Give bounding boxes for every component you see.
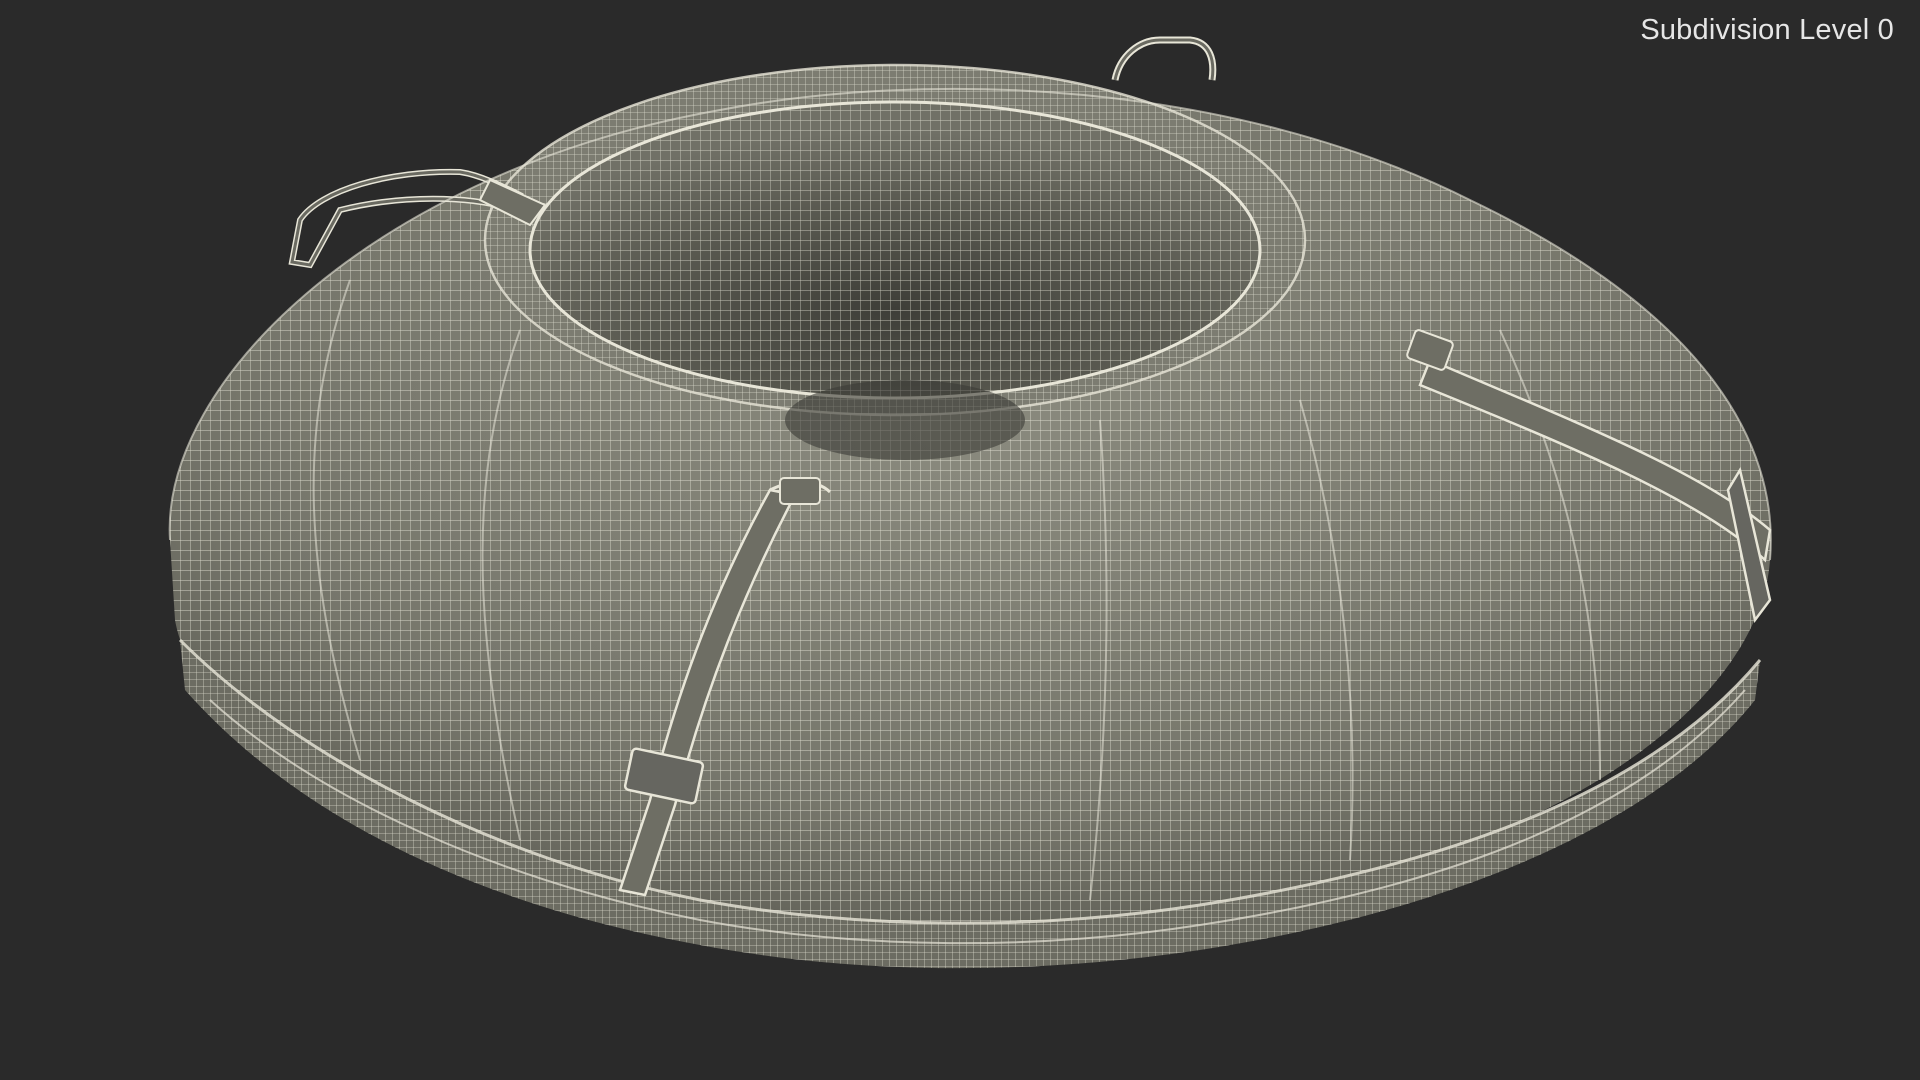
top-handle: [1111, 36, 1217, 81]
3d-viewport[interactable]: Subdivision Level 0: [0, 0, 1920, 1080]
subdivision-level-label: Subdivision Level 0: [1640, 14, 1894, 46]
snow-tube-wireframe-model: [168, 36, 1772, 969]
